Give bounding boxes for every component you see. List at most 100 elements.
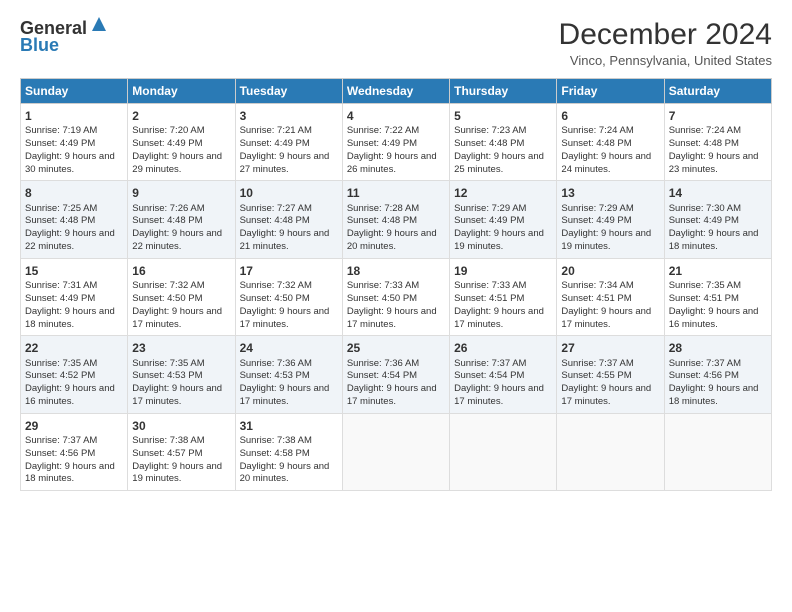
calendar-week-5: 29Sunrise: 7:37 AM Sunset: 4:56 PM Dayligh… (21, 413, 772, 490)
table-row: 12Sunrise: 7:29 AMSunset: 4:49 PMDayligh… (450, 181, 557, 258)
table-row: 18Sunrise: 7:33 AMSunset: 4:50 PMDayligh… (342, 258, 449, 335)
sunrise-text: Sunrise: 7:34 AM (561, 280, 633, 291)
table-row: 11Sunrise: 7:28 AMSunset: 4:48 PMDayligh… (342, 181, 449, 258)
sunrise-text: Sunrise: 7:24 AM (561, 125, 633, 136)
daylight-text: Daylight: 9 hours and 16 minutes. (25, 383, 115, 407)
day-number: 2 (132, 108, 230, 124)
table-row: 21Sunrise: 7:35 AMSunset: 4:51 PMDayligh… (664, 258, 771, 335)
daylight-text: Daylight: 9 hours and 17 minutes. (454, 306, 544, 330)
col-tuesday: Tuesday (235, 79, 342, 104)
col-thursday: Thursday (450, 79, 557, 104)
sunset-text: Sunset: 4:49 PM (347, 138, 417, 149)
sunrise-text: Sunrise: 7:32 AM (132, 280, 204, 291)
sunrise-text: Sunrise: 7:37 AM (454, 358, 526, 369)
sunrise-text: Sunrise: 7:30 AM (669, 203, 741, 214)
day-number: 27 (561, 340, 659, 356)
table-row: 16Sunrise: 7:32 AMSunset: 4:50 PMDayligh… (128, 258, 235, 335)
logo: General Blue (20, 18, 108, 56)
sunset-text: Sunset: 4:51 PM (669, 293, 739, 304)
col-saturday: Saturday (664, 79, 771, 104)
day-number: 17 (240, 263, 338, 279)
daylight-text: Daylight: 9 hours and 16 minutes. (669, 306, 759, 330)
sunset-text: Sunset: 4:49 PM (25, 293, 95, 304)
sunrise-text: Sunrise: 7:26 AM (132, 203, 204, 214)
sunset-text: Sunset: 4:56 PM (669, 370, 739, 381)
sunrise-text: Sunrise: 7:37 AM (561, 358, 633, 369)
sunset-text: Sunset: 4:48 PM (669, 138, 739, 149)
day-number: 19 (454, 263, 552, 279)
sunset-text: Sunset: 4:51 PM (561, 293, 631, 304)
sunset-text: Sunset: 4:49 PM (454, 215, 524, 226)
daylight-text: Daylight: 9 hours and 19 minutes. (132, 461, 222, 485)
daylight-text: Daylight: 9 hours and 19 minutes. (561, 228, 651, 252)
table-row: 28Sunrise: 7:37 AMSunset: 4:56 PMDayligh… (664, 336, 771, 413)
sunset-text: Sunset: 4:57 PM (132, 448, 202, 459)
day-number: 12 (454, 185, 552, 201)
sunrise-text: Sunrise: 7:21 AM (240, 125, 312, 136)
sunset-text: Sunset: 4:56 PM (25, 448, 95, 459)
calendar-week-1: 1Sunrise: 7:19 AMSunset: 4:49 PMDaylight… (21, 104, 772, 181)
sunrise-text: Sunrise: 7:36 AM (347, 358, 419, 369)
table-row: 26Sunrise: 7:37 AMSunset: 4:54 PMDayligh… (450, 336, 557, 413)
sunrise-text: Sunrise: 7:32 AM (240, 280, 312, 291)
table-row: 7Sunrise: 7:24 AMSunset: 4:48 PMDaylight… (664, 104, 771, 181)
sunrise-text: Sunrise: 7:29 AM (454, 203, 526, 214)
header: General Blue December 2024 Vinco, Pennsy… (20, 18, 772, 68)
table-row: 19Sunrise: 7:33 AMSunset: 4:51 PMDayligh… (450, 258, 557, 335)
table-row: 13Sunrise: 7:29 AMSunset: 4:49 PMDayligh… (557, 181, 664, 258)
day-number: 7 (669, 108, 767, 124)
sunrise-text: Sunrise: 7:27 AM (240, 203, 312, 214)
day-number: 9 (132, 185, 230, 201)
day-number: 16 (132, 263, 230, 279)
table-row (450, 413, 557, 490)
table-row: 9Sunrise: 7:26 AMSunset: 4:48 PMDaylight… (128, 181, 235, 258)
sunrise-text: Sunrise: 7:19 AM (25, 125, 97, 136)
day-number: 30 (132, 418, 230, 434)
sunset-text: Sunset: 4:49 PM (132, 138, 202, 149)
calendar-header-row: Sunday Monday Tuesday Wednesday Thursday… (21, 79, 772, 104)
daylight-text: Daylight: 9 hours and 20 minutes. (240, 461, 330, 485)
col-sunday: Sunday (21, 79, 128, 104)
table-row: 29Sunrise: 7:37 AMSunset: 4:56 PMDayligh… (21, 413, 128, 490)
daylight-text: Daylight: 9 hours and 17 minutes. (132, 306, 222, 330)
day-number: 14 (669, 185, 767, 201)
table-row: 22Sunrise: 7:35 AMSunset: 4:52 PMDayligh… (21, 336, 128, 413)
title-block: December 2024 Vinco, Pennsylvania, Unite… (559, 18, 772, 68)
sunrise-text: Sunrise: 7:37 AM (25, 435, 97, 446)
sunset-text: Sunset: 4:48 PM (347, 215, 417, 226)
table-row: 14Sunrise: 7:30 AMSunset: 4:49 PMDayligh… (664, 181, 771, 258)
sunrise-text: Sunrise: 7:25 AM (25, 203, 97, 214)
calendar-week-3: 15Sunrise: 7:31 AMSunset: 4:49 PMDayligh… (21, 258, 772, 335)
daylight-text: Daylight: 9 hours and 25 minutes. (454, 151, 544, 175)
day-number: 28 (669, 340, 767, 356)
day-number: 3 (240, 108, 338, 124)
table-row: 17Sunrise: 7:32 AMSunset: 4:50 PMDayligh… (235, 258, 342, 335)
daylight-text: Daylight: 9 hours and 17 minutes. (347, 306, 437, 330)
table-row (557, 413, 664, 490)
daylight-text: Daylight: 9 hours and 30 minutes. (25, 151, 115, 175)
page: General Blue December 2024 Vinco, Pennsy… (0, 0, 792, 612)
sunset-text: Sunset: 4:54 PM (347, 370, 417, 381)
day-number: 8 (25, 185, 123, 201)
daylight-text: Daylight: 9 hours and 21 minutes. (240, 228, 330, 252)
daylight-text: Daylight: 9 hours and 26 minutes. (347, 151, 437, 175)
day-number: 26 (454, 340, 552, 356)
logo-arrow-icon (90, 15, 108, 38)
table-row: 6Sunrise: 7:24 AMSunset: 4:48 PMDaylight… (557, 104, 664, 181)
daylight-text: Daylight: 9 hours and 18 minutes. (25, 306, 115, 330)
sunset-text: Sunset: 4:49 PM (240, 138, 310, 149)
daylight-text: Daylight: 9 hours and 22 minutes. (25, 228, 115, 252)
daylight-text: Daylight: 9 hours and 23 minutes. (669, 151, 759, 175)
sunrise-text: Sunrise: 7:36 AM (240, 358, 312, 369)
daylight-text: Daylight: 9 hours and 17 minutes. (132, 383, 222, 407)
day-number: 6 (561, 108, 659, 124)
page-subtitle: Vinco, Pennsylvania, United States (559, 53, 772, 68)
table-row: 15Sunrise: 7:31 AMSunset: 4:49 PMDayligh… (21, 258, 128, 335)
day-number: 10 (240, 185, 338, 201)
day-number: 23 (132, 340, 230, 356)
sunset-text: Sunset: 4:55 PM (561, 370, 631, 381)
day-number: 29 (25, 418, 123, 434)
day-number: 5 (454, 108, 552, 124)
day-number: 24 (240, 340, 338, 356)
page-title: December 2024 (559, 18, 772, 51)
